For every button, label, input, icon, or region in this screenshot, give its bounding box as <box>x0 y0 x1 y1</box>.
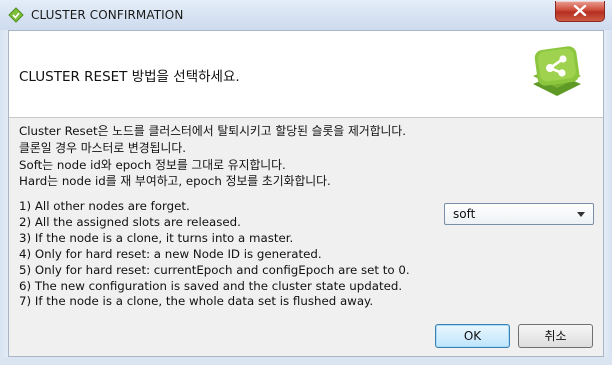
cancel-button[interactable]: 취소 <box>518 324 593 348</box>
description-line: Hard는 node id를 재 부여하고, epoch 정보를 초기화합니다. <box>19 174 331 189</box>
window-frame-right <box>604 30 612 365</box>
description-line: Cluster Reset은 노드를 클러스터에서 탈퇴시키고 할당된 슬롯을 … <box>19 124 407 138</box>
title-bar[interactable]: CLUSTER CONFIRMATION <box>0 0 612 30</box>
dialog-body: CLUSTER RESET 방법을 선택하세요. Cluster Reset은 … <box>8 30 604 357</box>
dialog-header: CLUSTER RESET 방법을 선택하세요. <box>9 31 603 118</box>
close-button[interactable] <box>555 1 605 22</box>
description-line: Soft는 node id와 epoch 정보를 그대로 유지합니다. <box>19 157 286 172</box>
step-item: 5) Only for hard reset: currentEpoch and… <box>19 262 410 277</box>
chevron-down-icon <box>577 212 585 217</box>
step-item: 2) All the assigned slots are released. <box>19 214 241 229</box>
reset-mode-select[interactable]: soft <box>444 203 594 225</box>
reset-mode-value: soft <box>453 207 476 221</box>
window-frame-bottom <box>0 357 612 365</box>
reset-steps-list: 1) All other nodes are forget. 2) All th… <box>19 199 410 310</box>
window-title: CLUSTER CONFIRMATION <box>31 8 184 22</box>
header-title: CLUSTER RESET 방법을 선택하세요. <box>19 69 240 85</box>
step-item: 7) If the node is a clone, the whole dat… <box>19 294 374 309</box>
ok-button[interactable]: OK <box>435 324 510 348</box>
app-diamond-icon <box>8 7 24 23</box>
close-icon <box>573 5 587 16</box>
step-item: 3) If the node is a clone, it turns into… <box>19 230 294 245</box>
cluster-share-logo-icon <box>533 46 581 96</box>
step-item: 6) The new configuration is saved and th… <box>19 278 403 293</box>
window-frame-left <box>0 30 8 365</box>
step-item: 1) All other nodes are forget. <box>19 199 190 213</box>
description: Cluster Reset은 노드를 클러스터에서 탈퇴시키고 할당된 슬롯을 … <box>19 123 406 190</box>
step-item: 4) Only for hard reset: a new Node ID is… <box>19 246 322 261</box>
description-line: 클론일 경우 마스터로 변경됩니다. <box>19 140 186 155</box>
